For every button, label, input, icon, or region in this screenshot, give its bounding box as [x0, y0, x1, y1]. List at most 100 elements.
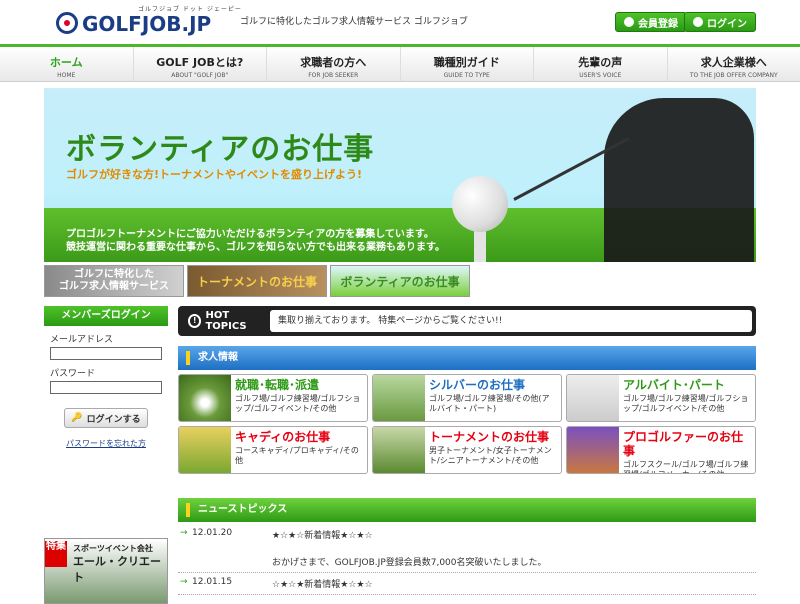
key-icon: 🔑 [71, 413, 82, 423]
nav-about[interactable]: GOLF JOBとは? ABOUT "GOLF JOB" [134, 47, 268, 81]
hero-subtitle: ゴルフが好きな方!トーナメントやイベントを盛り上げよう! [66, 166, 362, 182]
hero-desc-line: 競技運営に関わる重要な仕事から、ゴルフを知らない方でも出来る業務もあります。 [66, 241, 445, 254]
job-card-career[interactable]: 就職･転職･派遣ゴルフ場/ゴルフ練習場/ゴルフショップ/ゴルフイベント/その他 [178, 374, 368, 422]
hot-topics-ticker[interactable]: 集取り揃えております。 特集ページからご覧ください!! [270, 310, 752, 332]
alert-icon: ! [188, 314, 201, 328]
arrow-right-icon: → [178, 528, 192, 568]
logo-icon [56, 12, 78, 34]
nav-company-label: 求人企業様へ [668, 54, 800, 70]
login-label: ログイン [707, 15, 747, 30]
banner-thumbs: ゴルフに特化したゴルフ求人情報サービス トーナメントのお仕事 ボランティアのお仕… [44, 265, 470, 297]
member-login-label: ログインする [87, 412, 141, 425]
hero-title: ボランティアのお仕事 [66, 124, 374, 168]
news-date: 12.01.20 [192, 528, 272, 568]
news-item[interactable]: → 12.01.20 ★☆★☆新着情報★☆★☆ おかげさまで、GOLFJOB.J… [178, 524, 756, 573]
job-title: トーナメントのお仕事 [429, 430, 557, 444]
email-field[interactable] [50, 347, 162, 360]
header: ゴルフジョブ ドット ジェーピー GOLFJOB.JP ゴルフに特化したゴルフ求… [0, 0, 800, 44]
nav-job-seeker-label: 求職者の方へ [267, 54, 400, 70]
job-desc: 男子トーナメント/女子トーナメント/シニアトーナメント/その他 [429, 446, 557, 466]
news-list: → 12.01.20 ★☆★☆新着情報★☆★☆ おかげさまで、GOLFJOB.J… [178, 524, 756, 595]
job-thumb [567, 375, 619, 421]
job-thumb [373, 375, 425, 421]
golf-tee [474, 228, 486, 262]
forgot-password-link[interactable]: パスワードを忘れた方 [44, 438, 168, 449]
job-desc: コースキャディ/プロキャディ/その他 [235, 446, 363, 466]
thumb-service-line2: ゴルフ求人情報サービス [59, 281, 169, 293]
job-thumb [179, 375, 231, 421]
nav-job-seeker[interactable]: 求職者の方へ FOR JOB SEEKER [267, 47, 401, 81]
nav-voice-label: 先輩の声 [534, 54, 667, 70]
arrow-right-icon: → [178, 577, 192, 590]
register-button[interactable]: 会員登録 [615, 12, 687, 32]
hot-topics-text: HOT TOPICS [205, 310, 270, 332]
job-desc: ゴルフ場/ゴルフ練習場/その他(アルバイト・パート) [429, 394, 557, 414]
nav-job-seeker-sub: FOR JOB SEEKER [267, 72, 400, 79]
job-card-tournament[interactable]: トーナメントのお仕事男子トーナメント/女子トーナメント/シニアトーナメント/その… [372, 426, 562, 474]
feature-badge: 特集 [45, 541, 67, 567]
nav-home[interactable]: ホーム HOME [0, 47, 134, 81]
news-title: ★☆★☆新着情報★☆★☆ [272, 528, 756, 541]
hero-description: プロゴルフトーナメントにご協力いただけるボランティアの方を募集しています。 競技… [66, 228, 445, 254]
nav-about-label: GOLF JOBとは? [134, 54, 267, 70]
hot-topics-bar: ! HOT TOPICS 集取り揃えております。 特集ページからご覧ください!! [178, 306, 756, 336]
news-heading: ニューストピックス [178, 498, 756, 522]
nav-home-sub: HOME [0, 72, 133, 79]
login-button[interactable]: ログイン [684, 12, 756, 32]
password-field[interactable] [50, 381, 162, 394]
user-icon [624, 17, 634, 27]
thumb-service-line1: ゴルフに特化した [59, 269, 169, 281]
hot-topics-label: ! HOT TOPICS [182, 310, 270, 332]
hero-desc-line: プロゴルフトーナメントにご協力いただけるボランティアの方を募集しています。 [66, 228, 445, 241]
register-label: 会員登録 [638, 15, 678, 30]
site-logo[interactable]: ゴルフジョブ ドット ジェーピー GOLFJOB.JP [56, 8, 226, 36]
nav-about-sub: ABOUT "GOLF JOB" [134, 72, 267, 79]
nav-company-sub: TO THE JOB OFFER COMPANY [668, 72, 800, 79]
job-title: プロゴルファーのお仕事 [623, 430, 751, 458]
feature-ad[interactable]: 特集 スポーツイベント会社 エール・クリエート [44, 538, 168, 604]
hero-banner[interactable]: ボランティアのお仕事 ゴルフが好きな方!トーナメントやイベントを盛り上げよう! … [44, 88, 756, 262]
nav-guide-sub: GUIDE TO TYPE [401, 72, 534, 79]
thumb-service[interactable]: ゴルフに特化したゴルフ求人情報サービス [44, 265, 184, 297]
news-body: おかげさまで、GOLFJOB.JP登録会員数7,000名突破いたしました。 [272, 555, 756, 568]
global-nav: ホーム HOME GOLF JOBとは? ABOUT "GOLF JOB" 求職者の… [0, 44, 800, 82]
job-desc: ゴルフ場/ゴルフ練習場/ゴルフショップ/ゴルフイベント/その他 [235, 394, 363, 414]
job-title: キャディのお仕事 [235, 430, 363, 444]
tagline: ゴルフに特化したゴルフ求人情報サービス ゴルフジョブ [240, 14, 468, 27]
key-icon [693, 17, 703, 27]
job-thumb [373, 427, 425, 473]
ad-line2: エール・クリエート [73, 553, 167, 585]
job-title: アルバイト･パート [623, 378, 751, 392]
job-card-parttime[interactable]: アルバイト･パートゴルフ場/ゴルフ練習場/ゴルフショップ/ゴルフイベント/その他 [566, 374, 756, 422]
nav-voice[interactable]: 先輩の声 USER'S VOICE [534, 47, 668, 81]
job-title: 就職･転職･派遣 [235, 378, 363, 392]
nav-home-label: ホーム [0, 54, 133, 70]
job-card-silver[interactable]: シルバーのお仕事ゴルフ場/ゴルフ練習場/その他(アルバイト・パート) [372, 374, 562, 422]
thumb-tournament[interactable]: トーナメントのお仕事 [187, 265, 327, 297]
nav-voice-sub: USER'S VOICE [534, 72, 667, 79]
golfer-silhouette [604, 98, 754, 262]
job-card-caddie[interactable]: キャディのお仕事コースキャディ/プロキャディ/その他 [178, 426, 368, 474]
job-desc: ゴルフスクール/ゴルフ場/ゴルフ練習場/ゴルフメーカー/その他 [623, 460, 751, 474]
news-date: 12.01.15 [192, 577, 272, 590]
nav-guide-label: 職種別ガイド [401, 54, 534, 70]
member-login-button[interactable]: 🔑 ログインする [64, 408, 148, 428]
news-title: ☆★☆★新着情報★☆★☆ [272, 577, 756, 590]
logo-text: GOLFJOB.JP [82, 12, 211, 36]
password-label: パスワード [50, 366, 168, 379]
member-login-panel: メンバーズログイン メールアドレス パスワード 🔑 ログインする パスワードを忘… [44, 306, 168, 449]
job-desc: ゴルフ場/ゴルフ練習場/ゴルフショップ/ゴルフイベント/その他 [623, 394, 751, 414]
email-label: メールアドレス [50, 332, 168, 345]
job-thumb [567, 427, 619, 473]
news-item[interactable]: → 12.01.15 ☆★☆★新着情報★☆★☆ [178, 573, 756, 595]
thumb-volunteer[interactable]: ボランティアのお仕事 [330, 265, 470, 297]
nav-company[interactable]: 求人企業様へ TO THE JOB OFFER COMPANY [668, 47, 800, 81]
job-card-pro-golfer[interactable]: プロゴルファーのお仕事ゴルフスクール/ゴルフ場/ゴルフ練習場/ゴルフメーカー/そ… [566, 426, 756, 474]
jobs-heading: 求人情報 [178, 346, 756, 370]
nav-guide[interactable]: 職種別ガイド GUIDE TO TYPE [401, 47, 535, 81]
golf-ball [452, 176, 508, 232]
login-heading: メンバーズログイン [44, 306, 168, 326]
job-title: シルバーのお仕事 [429, 378, 557, 392]
job-thumb [179, 427, 231, 473]
job-categories: 就職･転職･派遣ゴルフ場/ゴルフ練習場/ゴルフショップ/ゴルフイベント/その他 … [178, 374, 756, 474]
